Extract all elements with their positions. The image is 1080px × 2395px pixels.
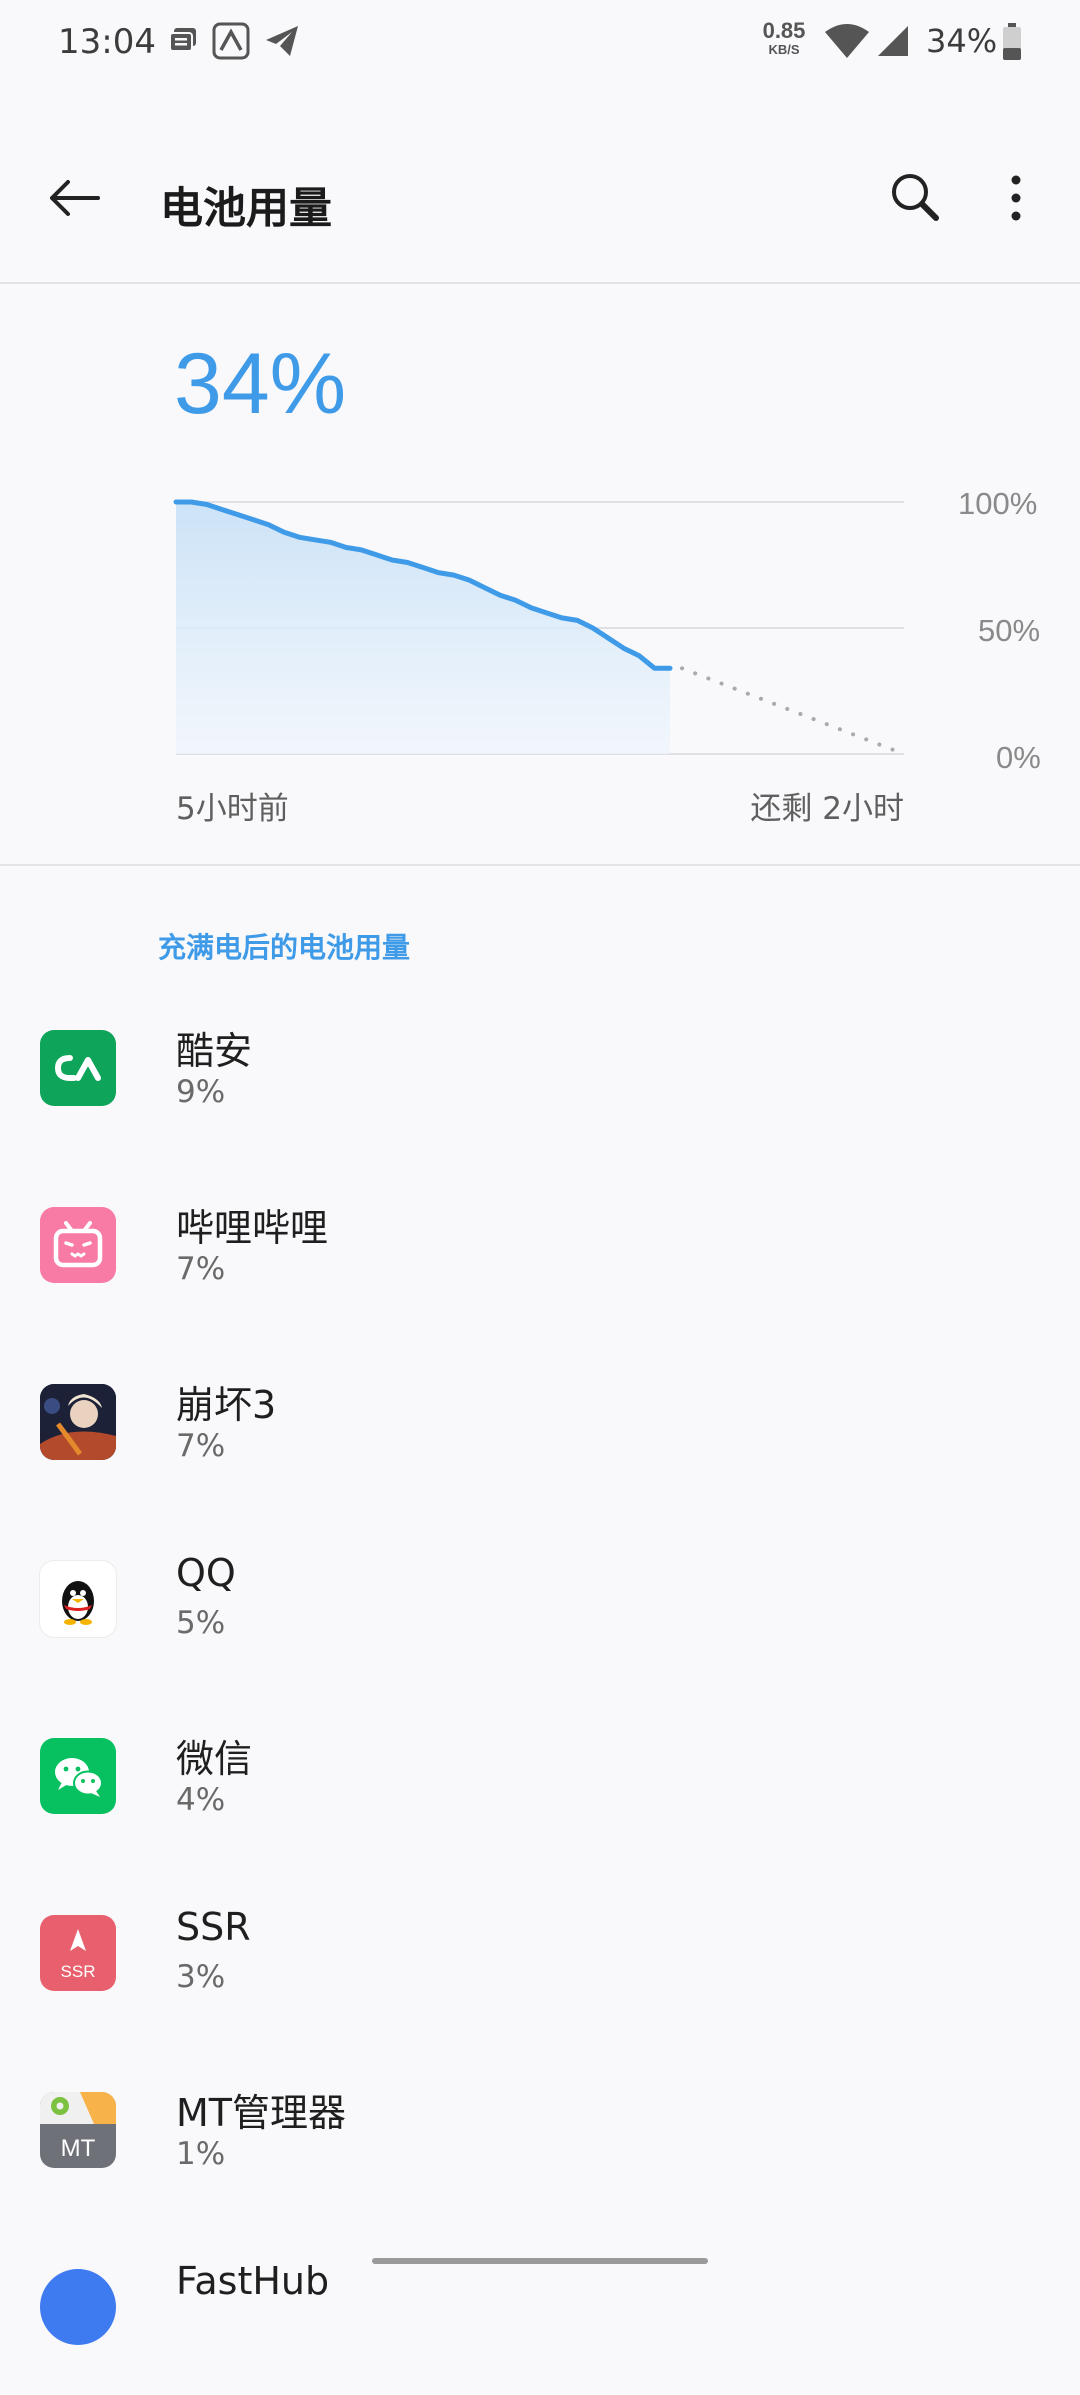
qq-app-icon: [40, 1561, 116, 1637]
app-usage-row-coolapk[interactable]: 酷安 9%: [0, 980, 1080, 1156]
battery-usage-chart: [173, 499, 906, 756]
app-name: FastHub: [176, 2259, 330, 2303]
cellular-signal-icon: [878, 26, 908, 56]
app-percent: 5%: [176, 1605, 226, 1641]
y-tick-label: 100%: [958, 486, 1038, 521]
app-usage-row-mt-manager[interactable]: MT MT管理器 1%: [0, 2042, 1080, 2218]
app-name: SSR: [176, 1905, 251, 1949]
app-percent: 3%: [176, 1959, 226, 1995]
status-battery-text: 34%: [926, 22, 998, 60]
coolapk-icon: [212, 22, 250, 60]
app-percent: 7%: [176, 1251, 226, 1287]
app-bar: 电池用量: [0, 84, 1080, 284]
svg-text:SSR: SSR: [61, 1962, 96, 1981]
more-options-button[interactable]: [980, 162, 1052, 234]
app-name: QQ: [176, 1551, 236, 1595]
status-time: 13:04: [58, 22, 156, 62]
back-button[interactable]: [38, 162, 110, 234]
bilibili-app-icon: [40, 1207, 116, 1283]
back-arrow-icon: [50, 180, 100, 216]
app-usage-row-fasthub[interactable]: FastHub: [0, 2219, 1080, 2395]
app-usage-row-honkai3[interactable]: 崩坏3 7%: [0, 1334, 1080, 1510]
wechat-app-icon: [40, 1738, 116, 1814]
telegram-icon: [266, 26, 298, 56]
more-vert-icon: [1011, 175, 1021, 221]
app-percent: 7%: [176, 1428, 226, 1464]
app-name: MT管理器: [176, 2091, 346, 2135]
coolapk-app-icon: [40, 1030, 116, 1106]
app-name: 崩坏3: [176, 1383, 277, 1427]
battery-percent: 34%: [174, 336, 347, 432]
app-percent: 1%: [176, 2136, 226, 2172]
y-tick-label: 0%: [996, 740, 1041, 775]
app-percent: 9%: [176, 1074, 226, 1110]
home-indicator[interactable]: [372, 2258, 708, 2264]
chart-divider: [0, 864, 1080, 866]
header-divider: [0, 282, 1080, 284]
app-usage-row-bilibili[interactable]: 哔哩哔哩 7%: [0, 1157, 1080, 1333]
app-usage-row-qq[interactable]: QQ 5%: [0, 1511, 1080, 1687]
app-usage-row-wechat[interactable]: 微信 4%: [0, 1688, 1080, 1864]
battery-projection-line: [680, 666, 906, 756]
app-name: 微信: [176, 1737, 253, 1781]
x-end-label: 还剩 2小时: [750, 791, 904, 827]
page-title: 电池用量: [160, 184, 332, 234]
status-bar: 13:04 0.85 KB/S 34%: [0, 0, 1080, 84]
network-speed: 0.85 KB/S: [762, 18, 806, 57]
ssr-app-icon: SSR: [40, 1915, 116, 1991]
y-tick-label: 50%: [978, 613, 1041, 648]
honkai3-app-icon: [40, 1384, 116, 1460]
app-percent: 4%: [176, 1782, 226, 1818]
x-start-label: 5小时前: [176, 791, 289, 827]
app-name: 酷安: [176, 1029, 253, 1073]
app-usage-row-ssr[interactable]: SSR SSR 3%: [0, 1865, 1080, 2041]
wifi-icon: [825, 24, 869, 58]
mt-manager-app-icon: MT: [40, 2092, 116, 2168]
app-name: 哔哩哔哩: [176, 1206, 329, 1250]
usage-section-header: 充满电后的电池用量: [158, 931, 411, 964]
fasthub-app-icon: [40, 2269, 116, 2345]
battery-icon: [1003, 23, 1021, 60]
notification-stack-icon: [169, 28, 196, 52]
search-button[interactable]: [880, 162, 952, 234]
svg-text:MT: MT: [61, 2135, 96, 2162]
search-icon: [892, 174, 939, 221]
